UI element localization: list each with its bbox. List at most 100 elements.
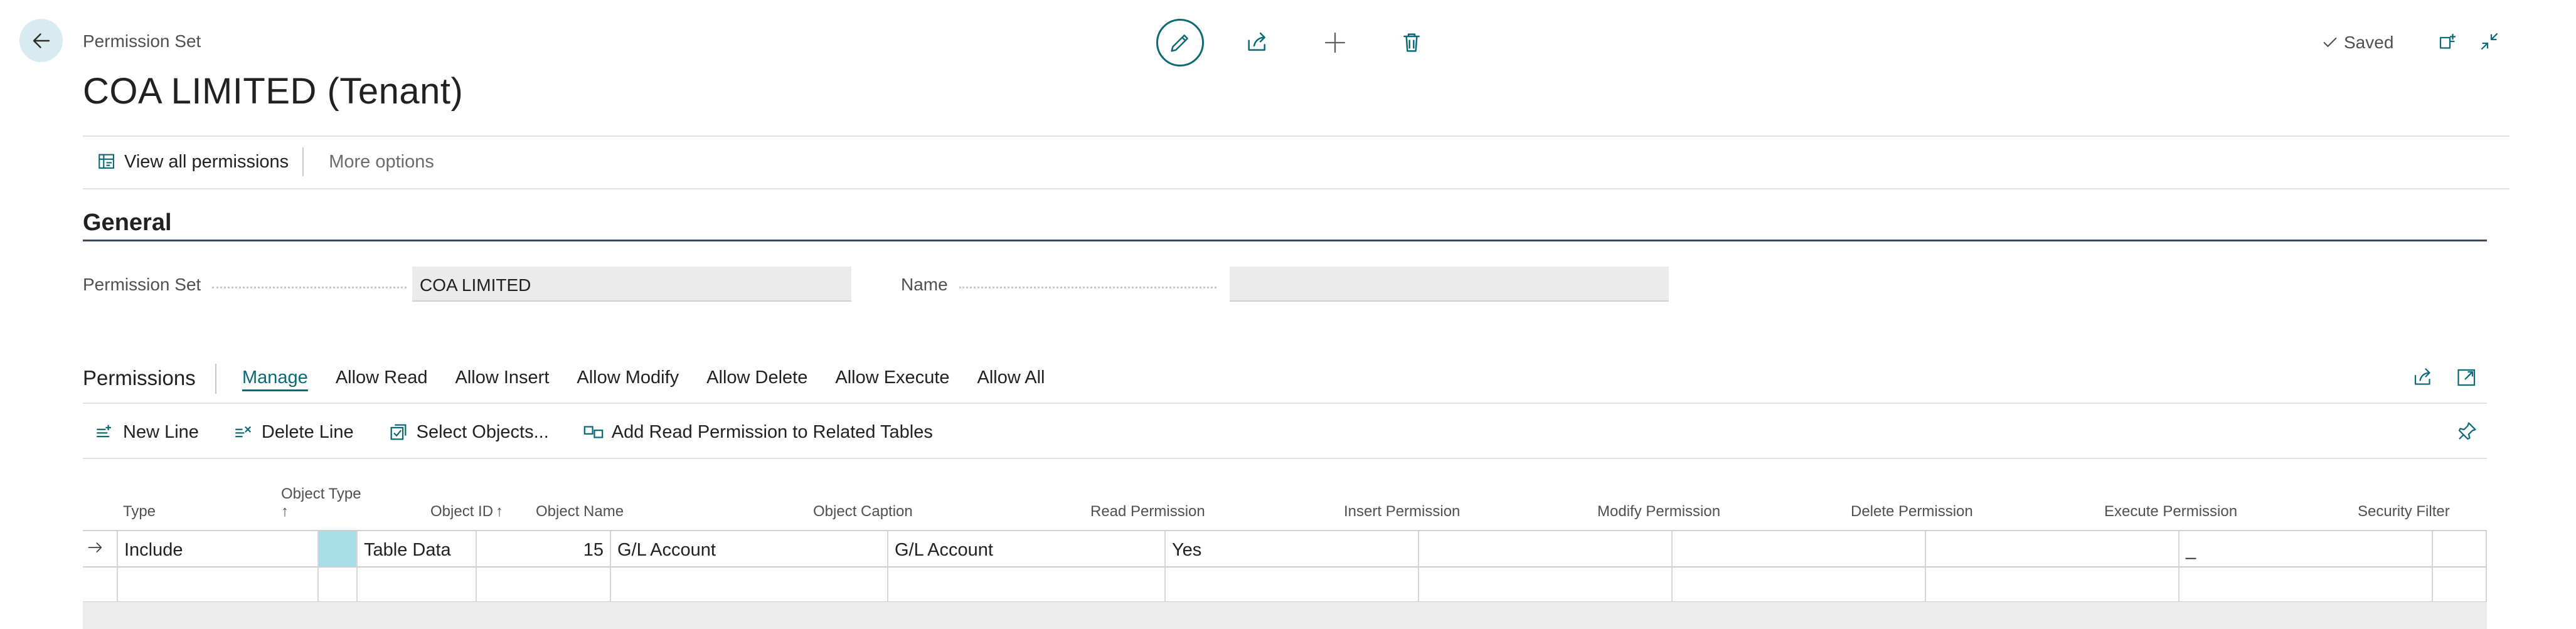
cell-object-name[interactable] bbox=[611, 568, 888, 603]
share-part-button[interactable] bbox=[2409, 364, 2437, 391]
cell-delete-permission[interactable] bbox=[1926, 531, 2179, 566]
cell-modify-permission[interactable] bbox=[1673, 568, 1926, 603]
cell-type[interactable]: Include bbox=[118, 531, 319, 566]
permission-set-field[interactable]: COA LIMITED bbox=[412, 267, 851, 302]
checkmark-icon bbox=[2323, 37, 2337, 47]
permissions-separator bbox=[215, 364, 216, 394]
part-divider bbox=[83, 403, 2487, 404]
saved-label: Saved bbox=[2344, 33, 2394, 52]
share-button[interactable] bbox=[1233, 19, 1281, 66]
cell-insert-permission[interactable] bbox=[1419, 531, 1673, 566]
name-label-text: Name bbox=[901, 275, 948, 294]
name-field[interactable] bbox=[1230, 267, 1669, 302]
new-line-button[interactable]: New Line bbox=[94, 421, 199, 443]
general-section-title[interactable]: General bbox=[83, 209, 172, 236]
name-label: Name bbox=[901, 275, 1216, 295]
share-icon bbox=[2414, 368, 2430, 385]
tab-allow-delete[interactable]: Allow Delete bbox=[706, 367, 807, 388]
back-button[interactable] bbox=[19, 19, 63, 62]
tab-allow-all[interactable]: Allow All bbox=[977, 367, 1045, 388]
cell-object-type[interactable]: Table Data bbox=[358, 531, 477, 566]
new-line-icon bbox=[97, 425, 111, 438]
column-header-modify-permission[interactable]: Modify Permission bbox=[1597, 503, 1720, 521]
object-id-header-label: Object ID bbox=[430, 503, 494, 520]
new-button[interactable] bbox=[1311, 19, 1359, 66]
more-options-label: More options bbox=[329, 151, 434, 172]
cell-execute-permission[interactable]: _ bbox=[2179, 531, 2433, 566]
edit-button[interactable] bbox=[1156, 19, 1204, 66]
column-header-object-caption[interactable]: Object Caption bbox=[813, 503, 913, 521]
more-options-button[interactable]: More options bbox=[304, 137, 448, 187]
table-row-empty[interactable] bbox=[83, 568, 2487, 603]
permissions-list-icon bbox=[98, 154, 114, 169]
column-header-delete-permission[interactable]: Delete Permission bbox=[1851, 503, 1973, 521]
cell-object-id[interactable]: 15 bbox=[477, 531, 611, 566]
pencil-icon bbox=[1171, 34, 1188, 52]
select-objects-button[interactable]: Select Objects... bbox=[388, 421, 549, 443]
personalize-button[interactable] bbox=[2453, 418, 2481, 445]
breadcrumb: Permission Set bbox=[83, 31, 201, 51]
cell-selection-marker[interactable] bbox=[319, 568, 358, 603]
column-header-read-permission[interactable]: Read Permission bbox=[1090, 503, 1205, 521]
cell-object-id[interactable] bbox=[477, 568, 611, 603]
open-in-new-window-icon bbox=[2439, 34, 2456, 49]
trash-icon bbox=[1403, 33, 1420, 52]
cell-security-filter[interactable] bbox=[2433, 568, 2487, 603]
actionbar-divider bbox=[83, 188, 2509, 189]
column-header-object-id[interactable]: Object ID ↑ bbox=[430, 503, 503, 521]
permissions-actions: New Line Delete Line Select Objects... A… bbox=[94, 416, 933, 448]
row-indicator[interactable] bbox=[83, 531, 117, 566]
related-tables-icon bbox=[583, 426, 604, 438]
column-header-insert-permission[interactable]: Insert Permission bbox=[1344, 503, 1460, 521]
expand-part-button[interactable] bbox=[2453, 364, 2481, 391]
cell-execute-permission[interactable] bbox=[2179, 568, 2433, 603]
cell-modify-permission[interactable] bbox=[1673, 531, 1926, 566]
permissions-tabs: Manage Allow Read Allow Insert Allow Mod… bbox=[242, 367, 1045, 388]
cell-selection-marker[interactable] bbox=[319, 531, 358, 566]
cell-object-type[interactable] bbox=[358, 568, 477, 603]
cell-type[interactable] bbox=[118, 568, 319, 603]
label-dots bbox=[959, 287, 1216, 288]
delete-button[interactable] bbox=[1388, 19, 1435, 66]
tab-allow-insert[interactable]: Allow Insert bbox=[455, 367, 550, 388]
action-bar: View all permissions More options bbox=[83, 137, 448, 187]
cell-insert-permission[interactable] bbox=[1419, 568, 1673, 603]
collapse-button[interactable] bbox=[2476, 28, 2503, 55]
tab-manage[interactable]: Manage bbox=[242, 367, 308, 388]
table-footer bbox=[83, 602, 2487, 629]
cell-read-permission[interactable] bbox=[1166, 568, 1419, 603]
share-icon bbox=[1248, 32, 1265, 51]
tab-allow-read[interactable]: Allow Read bbox=[336, 367, 428, 388]
delete-line-button[interactable]: Delete Line bbox=[233, 421, 354, 443]
saved-status: Saved bbox=[2321, 33, 2393, 53]
column-header-execute-permission[interactable]: Execute Permission bbox=[2104, 503, 2237, 521]
view-all-permissions-button[interactable]: View all permissions bbox=[83, 137, 302, 187]
permissions-title: Permissions bbox=[83, 366, 196, 389]
arrow-left-icon bbox=[33, 33, 50, 48]
cell-read-permission[interactable]: Yes bbox=[1166, 531, 1419, 566]
add-read-permission-button[interactable]: Add Read Permission to Related Tables bbox=[583, 421, 933, 443]
cell-object-name[interactable]: G/L Account bbox=[611, 531, 888, 566]
cell-security-filter[interactable] bbox=[2433, 531, 2487, 566]
general-section-rule bbox=[83, 240, 2487, 241]
add-read-permission-label: Add Read Permission to Related Tables bbox=[611, 421, 933, 442]
column-header-object-type[interactable]: Object Type bbox=[281, 485, 361, 503]
cell-delete-permission[interactable] bbox=[1926, 568, 2179, 603]
label-dots bbox=[212, 287, 407, 288]
new-line-label: New Line bbox=[123, 421, 199, 442]
cell-object-caption[interactable] bbox=[888, 568, 1166, 603]
collapse-icon bbox=[2481, 33, 2498, 50]
column-header-object-name[interactable]: Object Name bbox=[536, 503, 624, 521]
select-objects-icon bbox=[390, 424, 407, 440]
column-header-security-filter[interactable]: Security Filter bbox=[2358, 503, 2450, 521]
delete-line-label: Delete Line bbox=[261, 421, 354, 442]
permission-set-label-text: Permission Set bbox=[83, 275, 201, 294]
cell-object-caption[interactable]: G/L Account bbox=[888, 531, 1166, 566]
sort-ascending-icon: ↑ bbox=[281, 503, 289, 520]
tab-allow-execute[interactable]: Allow Execute bbox=[835, 367, 949, 388]
column-header-type[interactable]: Type bbox=[123, 503, 156, 521]
row-indicator[interactable] bbox=[83, 568, 118, 603]
table-row[interactable]: Include Table Data 15 G/L Account G/L Ac… bbox=[83, 531, 2487, 566]
tab-allow-modify[interactable]: Allow Modify bbox=[577, 367, 679, 388]
open-new-window-button[interactable] bbox=[2434, 28, 2462, 55]
